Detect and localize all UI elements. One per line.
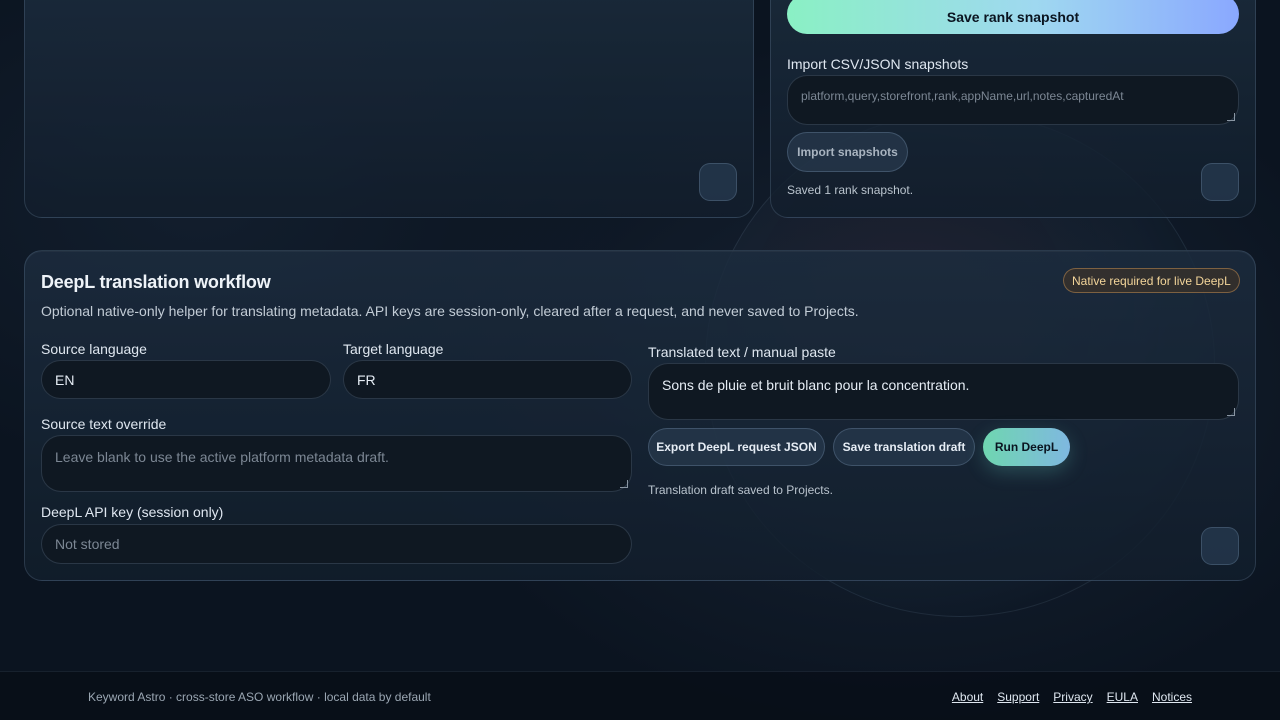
- footer-link-about[interactable]: About: [952, 690, 983, 704]
- target-language-value: FR: [357, 371, 376, 388]
- import-snapshots-placeholder: platform,query,storefront,rank,appName,u…: [801, 89, 1124, 103]
- panel-corner-button[interactable]: [1201, 527, 1239, 565]
- page-footer: Keyword Astro · cross-store ASO workflow…: [0, 671, 1280, 720]
- resize-handle-icon[interactable]: [620, 480, 628, 488]
- translation-status-text: Translation draft saved to Projects.: [648, 483, 833, 497]
- footer-link-support[interactable]: Support: [997, 690, 1039, 704]
- footer-link-notices[interactable]: Notices: [1152, 690, 1192, 704]
- target-language-label: Target language: [343, 341, 444, 357]
- source-language-input[interactable]: EN: [41, 360, 331, 399]
- top-left-panel: [24, 0, 754, 218]
- source-override-placeholder: Leave blank to use the active platform m…: [55, 449, 389, 465]
- source-override-textarea[interactable]: Leave blank to use the active platform m…: [41, 435, 632, 492]
- source-override-label: Source text override: [41, 416, 167, 432]
- save-rank-snapshot-button[interactable]: Save rank snapshot: [787, 0, 1239, 34]
- api-key-label: DeepL API key (session only): [41, 504, 224, 520]
- translated-text-textarea[interactable]: Sons de pluie et bruit blanc pour la con…: [648, 363, 1239, 420]
- native-required-badge: Native required for live DeepL: [1063, 268, 1240, 293]
- deepl-panel-description: Optional native-only helper for translat…: [41, 303, 859, 319]
- resize-handle-icon[interactable]: [1227, 113, 1235, 121]
- rank-status-text: Saved 1 rank snapshot.: [787, 183, 914, 197]
- import-snapshots-button[interactable]: Import snapshots: [787, 132, 908, 172]
- resize-handle-icon[interactable]: [1227, 408, 1235, 416]
- translated-text-label: Translated text / manual paste: [648, 344, 836, 360]
- api-key-input[interactable]: Not stored: [41, 524, 632, 564]
- target-language-input[interactable]: FR: [343, 360, 632, 399]
- source-language-label: Source language: [41, 341, 147, 357]
- footer-link-eula[interactable]: EULA: [1107, 690, 1138, 704]
- panel-corner-button[interactable]: [699, 163, 737, 201]
- save-translation-draft-button[interactable]: Save translation draft: [833, 428, 975, 466]
- footer-tagline: Keyword Astro · cross-store ASO workflow…: [88, 690, 431, 704]
- translated-text-value: Sons de pluie et bruit blanc pour la con…: [662, 377, 970, 393]
- export-deepl-json-button[interactable]: Export DeepL request JSON: [648, 428, 825, 466]
- source-language-value: EN: [55, 371, 75, 388]
- panel-corner-button[interactable]: [1201, 163, 1239, 201]
- footer-links: About Support Privacy EULA Notices: [952, 690, 1192, 704]
- footer-link-privacy[interactable]: Privacy: [1053, 690, 1092, 704]
- deepl-panel-title: DeepL translation workflow: [41, 272, 271, 292]
- import-snapshots-textarea[interactable]: platform,query,storefront,rank,appName,u…: [787, 75, 1239, 125]
- import-snapshots-label: Import CSV/JSON snapshots: [787, 56, 969, 72]
- api-key-placeholder: Not stored: [55, 536, 120, 552]
- run-deepl-button[interactable]: Run DeepL: [983, 428, 1070, 466]
